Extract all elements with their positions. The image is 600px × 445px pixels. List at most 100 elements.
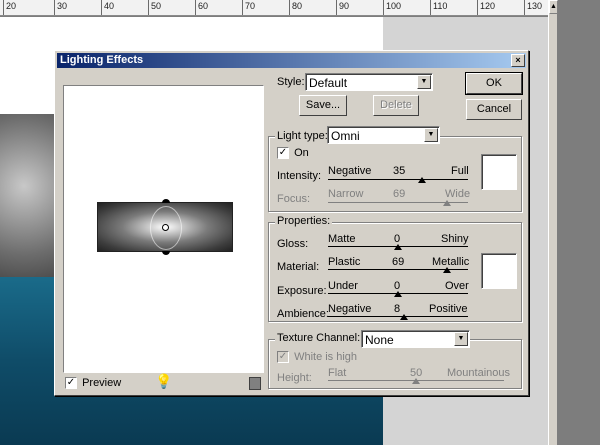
ambient-color-swatch[interactable] bbox=[481, 253, 517, 289]
intensity-label: Intensity: bbox=[277, 170, 322, 182]
ruler-number: 90 bbox=[339, 1, 350, 11]
ruler-tick bbox=[242, 0, 243, 15]
preview-label: Preview bbox=[82, 377, 122, 390]
intensity-min-label: Negative bbox=[328, 165, 372, 177]
focus-value: 69 bbox=[393, 188, 406, 200]
ruler-tick bbox=[148, 0, 149, 15]
height-label: Height: bbox=[277, 372, 312, 384]
light-center-handle[interactable] bbox=[162, 224, 169, 231]
style-select[interactable]: Default ▼ bbox=[305, 73, 433, 91]
intensity-value: 35 bbox=[393, 165, 406, 177]
properties-label: Properties: bbox=[275, 215, 333, 227]
gloss-min-label: Matte bbox=[328, 233, 356, 245]
trash-icon[interactable] bbox=[249, 377, 261, 390]
chevron-down-icon[interactable]: ▼ bbox=[417, 75, 431, 89]
ruler-tick bbox=[430, 0, 431, 15]
close-icon: × bbox=[515, 55, 521, 65]
exposure-min-label: Under bbox=[328, 280, 358, 292]
gloss-label: Gloss: bbox=[277, 238, 309, 250]
preview-checkbox[interactable]: ✓ bbox=[65, 377, 77, 390]
ruler-tick bbox=[289, 0, 290, 15]
light-bottom-handle[interactable] bbox=[162, 251, 170, 255]
document-image-texture bbox=[0, 114, 60, 294]
style-value: Default bbox=[309, 76, 348, 90]
preview-checkbox-row[interactable]: ✓ Preview bbox=[65, 377, 122, 390]
white-is-high-row[interactable]: ✓ White is high bbox=[277, 351, 358, 364]
gloss-max-label: Shiny bbox=[441, 233, 469, 245]
light-type-value: Omni bbox=[331, 129, 360, 143]
texture-channel-label: Texture Channel: bbox=[275, 332, 363, 344]
ruler-number: 130 bbox=[527, 1, 543, 11]
ruler-number: 40 bbox=[104, 1, 115, 11]
focus-slider-thumb[interactable] bbox=[443, 200, 451, 206]
close-button[interactable]: × bbox=[511, 54, 525, 67]
height-max-label: Mountainous bbox=[447, 367, 510, 379]
delete-button[interactable]: Delete bbox=[373, 95, 419, 116]
ruler-number: 50 bbox=[151, 1, 162, 11]
on-checkbox[interactable]: ✓ bbox=[277, 147, 289, 160]
preview-pane[interactable] bbox=[63, 85, 264, 373]
exposure-slider-thumb[interactable] bbox=[394, 291, 402, 297]
dialog-titlebar[interactable]: Lighting Effects × bbox=[57, 53, 526, 68]
ruler-tick bbox=[477, 0, 478, 15]
white-is-high-checkbox[interactable]: ✓ bbox=[277, 351, 289, 364]
light-color-swatch[interactable] bbox=[481, 154, 517, 190]
ruler-number: 60 bbox=[198, 1, 209, 11]
ruler-number: 120 bbox=[480, 1, 496, 11]
gloss-slider-thumb[interactable] bbox=[394, 244, 402, 250]
lighting-effects-dialog: Lighting Effects × ✓ Preview 💡 Style: De… bbox=[54, 50, 529, 396]
light-type-select[interactable]: Omni ▼ bbox=[327, 126, 440, 144]
intensity-slider-track[interactable] bbox=[328, 179, 468, 180]
focus-min-label: Narrow bbox=[328, 188, 364, 200]
ruler-tick bbox=[383, 0, 384, 15]
light-type-label: Light type: bbox=[275, 130, 330, 142]
exposure-max-label: Over bbox=[445, 280, 469, 292]
texture-channel-select[interactable]: None ▼ bbox=[361, 330, 470, 348]
ambience-max-label: Positive bbox=[429, 303, 468, 315]
ruler-number: 70 bbox=[245, 1, 256, 11]
on-label: On bbox=[294, 147, 309, 160]
height-min-label: Flat bbox=[328, 367, 347, 379]
ruler-number: 20 bbox=[6, 1, 17, 11]
ruler-number: 80 bbox=[292, 1, 303, 11]
material-slider-thumb[interactable] bbox=[443, 267, 451, 273]
style-label: Style: bbox=[277, 76, 305, 88]
intensity-max-label: Full bbox=[451, 165, 469, 177]
white-is-high-label: White is high bbox=[294, 351, 358, 364]
material-min-label: Plastic bbox=[328, 256, 361, 268]
preview-image[interactable] bbox=[97, 199, 233, 255]
light-top-handle[interactable] bbox=[162, 199, 170, 203]
material-value: 69 bbox=[392, 256, 405, 268]
light-bulb-icon[interactable]: 💡 bbox=[155, 373, 172, 390]
focus-label: Focus: bbox=[277, 193, 311, 205]
ruler-tick bbox=[524, 0, 525, 15]
ok-button[interactable]: OK bbox=[466, 73, 522, 94]
intensity-slider-thumb[interactable] bbox=[417, 177, 426, 183]
ambience-slider-thumb[interactable] bbox=[399, 314, 408, 320]
dialog-title: Lighting Effects bbox=[60, 54, 144, 66]
ambience-min-label: Negative bbox=[328, 303, 372, 315]
ruler-number: 110 bbox=[433, 1, 448, 11]
horizontal-ruler: 20 30 40 50 60 70 80 90 100 110 120 130 bbox=[0, 0, 548, 16]
scroll-up-arrow[interactable]: ▲ bbox=[549, 0, 558, 14]
ruler-number: 100 bbox=[386, 1, 402, 11]
cancel-button[interactable]: Cancel bbox=[466, 99, 522, 120]
ruler-tick bbox=[101, 0, 102, 15]
chevron-down-icon[interactable]: ▼ bbox=[454, 332, 468, 346]
on-checkbox-row[interactable]: ✓ On bbox=[277, 147, 309, 160]
height-slider-thumb[interactable] bbox=[412, 378, 420, 384]
exposure-label: Exposure: bbox=[277, 285, 327, 297]
vertical-scrollbar[interactable]: ▲ bbox=[548, 0, 558, 445]
ruler-tick bbox=[54, 0, 55, 15]
chevron-down-icon[interactable]: ▼ bbox=[424, 128, 438, 142]
ruler-tick bbox=[195, 0, 196, 15]
save-button[interactable]: Save... bbox=[299, 95, 347, 116]
ruler-tick bbox=[3, 0, 4, 15]
ruler-tick bbox=[336, 0, 337, 15]
ambience-slider-track[interactable] bbox=[328, 316, 468, 317]
texture-channel-value: None bbox=[365, 333, 394, 347]
ruler-number: 30 bbox=[57, 1, 68, 11]
material-label: Material: bbox=[277, 261, 320, 273]
ambience-label: Ambience: bbox=[277, 308, 329, 320]
focus-max-label: Wide bbox=[445, 188, 471, 200]
